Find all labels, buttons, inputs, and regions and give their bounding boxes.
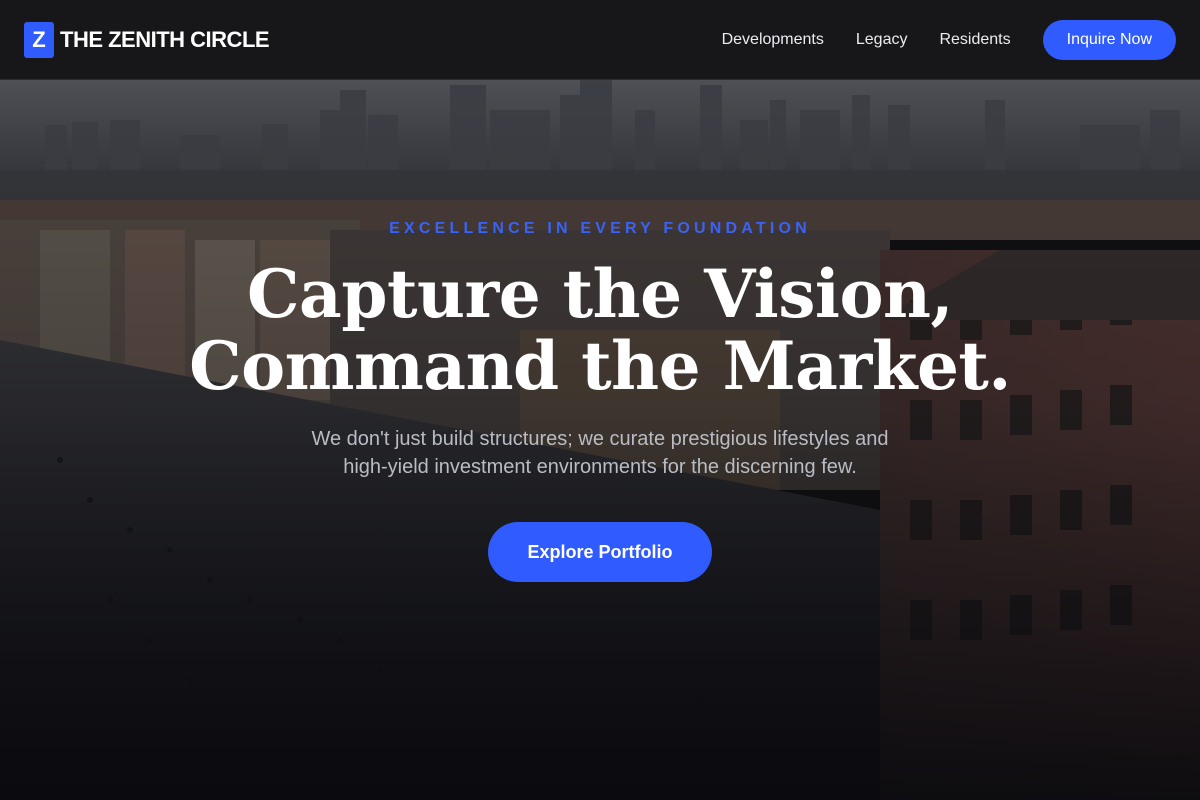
site-header: Z THE ZENITH CIRCLE Developments Legacy … bbox=[0, 0, 1200, 80]
logo-mark-icon: Z bbox=[24, 21, 54, 58]
hero-eyebrow: EXCELLENCE IN EVERY FOUNDATION bbox=[389, 220, 811, 237]
nav-link-residents[interactable]: Residents bbox=[939, 31, 1010, 49]
hero-section: EXCELLENCE IN EVERY FOUNDATION Capture t… bbox=[0, 80, 1200, 800]
hero-headline: Capture the Vision, Command the Market. bbox=[0, 258, 1200, 402]
hero-content: EXCELLENCE IN EVERY FOUNDATION Capture t… bbox=[0, 80, 1200, 800]
hero-subcopy: We don't just build structures; we curat… bbox=[280, 425, 920, 481]
nav-link-developments[interactable]: Developments bbox=[722, 31, 824, 49]
main-nav: Developments Legacy Residents Inquire No… bbox=[722, 19, 1176, 60]
nav-link-legacy[interactable]: Legacy bbox=[856, 31, 908, 49]
brand-name: THE ZENITH CIRCLE bbox=[60, 26, 270, 52]
page: Z THE ZENITH CIRCLE Developments Legacy … bbox=[0, 0, 1200, 800]
headline-line-1: Capture the Vision, bbox=[247, 255, 953, 333]
brand-logo-link[interactable]: Z THE ZENITH CIRCLE bbox=[24, 21, 270, 58]
inquire-now-button[interactable]: Inquire Now bbox=[1042, 19, 1176, 60]
subcopy-line-2: high-yield investment environments for t… bbox=[343, 456, 857, 478]
headline-line-2: Command the Market. bbox=[189, 327, 1011, 405]
subcopy-line-1: We don't just build structures; we curat… bbox=[311, 428, 889, 450]
explore-portfolio-button[interactable]: Explore Portfolio bbox=[488, 522, 712, 582]
